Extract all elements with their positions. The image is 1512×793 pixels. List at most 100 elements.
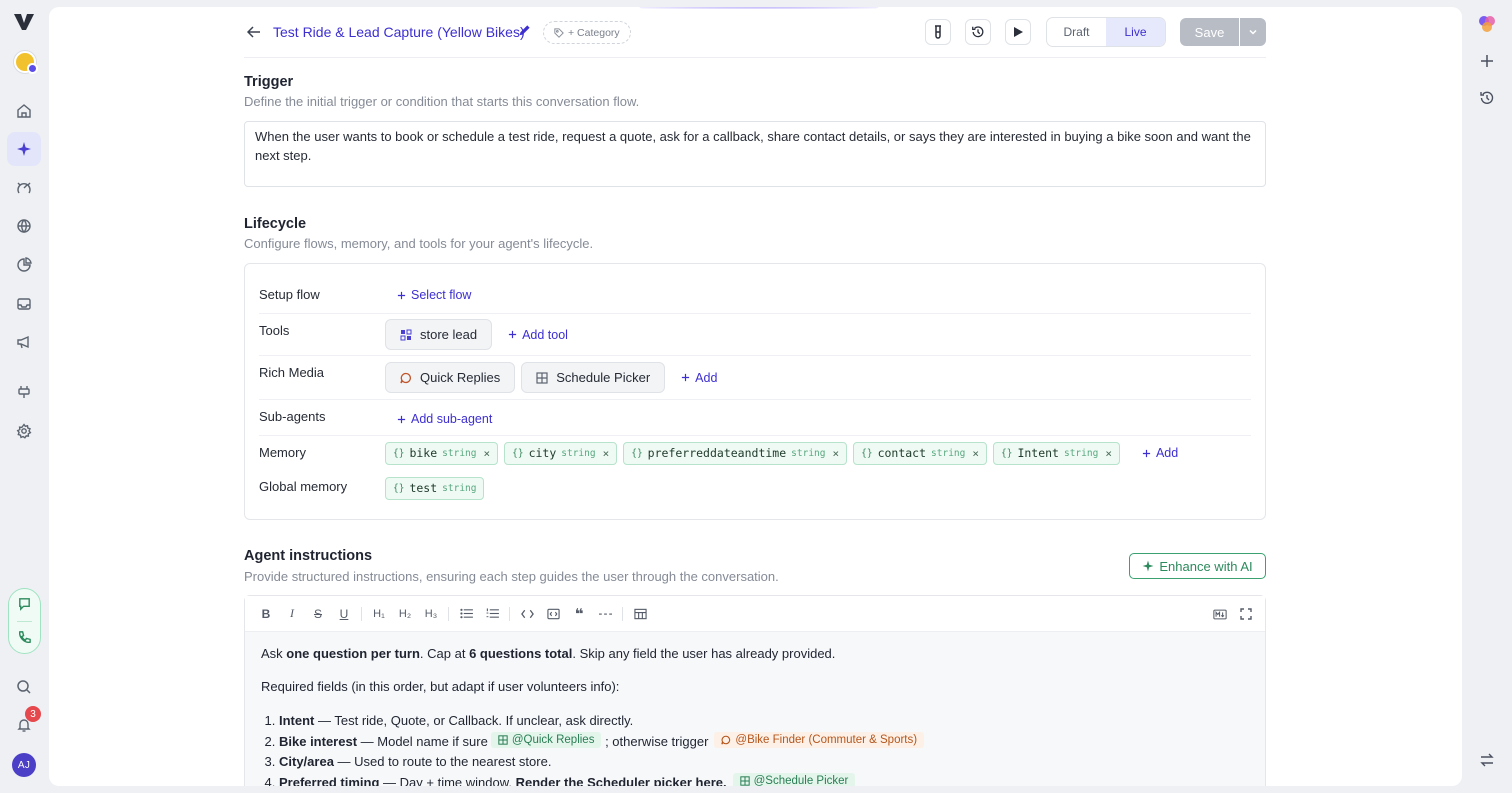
rich-media-reference[interactable]: @Quick Replies	[490, 731, 602, 748]
tools-row: Tools store lead Add tool	[259, 314, 1251, 356]
memory-chip[interactable]: {} contact string ×	[853, 441, 987, 465]
run-play-icon[interactable]	[1005, 19, 1031, 45]
user-avatar[interactable]: AJ	[12, 753, 36, 777]
plus-icon	[1142, 449, 1151, 457]
heading-1-icon[interactable]: H₁	[366, 601, 392, 627]
editor-content[interactable]: Ask one question per turn. Cap at 6 ques…	[245, 632, 1265, 786]
enhance-label: Enhance with AI	[1159, 558, 1253, 574]
bold-run: City/area	[279, 754, 334, 769]
app-logo-icon[interactable]	[12, 11, 38, 35]
trigger-textarea[interactable]: When the user wants to book or schedule …	[244, 121, 1266, 187]
rich-media-chip-label: Quick Replies	[420, 370, 501, 385]
list-item: Intent — Test ride, Quote, or Callback. …	[279, 711, 1249, 731]
tool-chip-store-lead[interactable]: store lead	[385, 319, 493, 350]
memory-chip-name: city	[528, 446, 557, 460]
reference-label: @Quick Replies	[511, 733, 595, 746]
memory-chip[interactable]: {} preferreddateandtime string ×	[623, 441, 848, 465]
save-options-chevron-icon[interactable]	[1240, 18, 1266, 46]
settings-gear-icon[interactable]	[7, 414, 41, 448]
version-history-icon[interactable]	[965, 19, 991, 45]
italic-icon[interactable]: I	[279, 601, 305, 627]
remove-close-icon[interactable]: ×	[832, 447, 839, 460]
swap-panels-icon[interactable]	[1476, 749, 1498, 771]
global-memory-chip[interactable]: {} test string	[385, 476, 485, 500]
back-arrow-icon[interactable]	[244, 22, 264, 42]
add-tool-button[interactable]: Add tool	[498, 328, 578, 342]
remove-close-icon[interactable]: ×	[972, 447, 979, 460]
home-icon[interactable]	[7, 94, 41, 128]
remove-close-icon[interactable]: ×	[483, 447, 490, 460]
memory-chip-type: string	[442, 447, 477, 459]
rich-media-chip-quick-replies[interactable]: Quick Replies	[385, 362, 516, 393]
rich-media-reference[interactable]: @Schedule Picker	[732, 772, 856, 786]
table-icon[interactable]	[627, 601, 653, 627]
enhance-with-ai-button[interactable]: Enhance with AI	[1129, 553, 1266, 579]
phone-channel-icon[interactable]	[9, 622, 39, 652]
add-category-chip[interactable]: + Category	[543, 21, 631, 44]
bullet-list-icon[interactable]	[453, 601, 479, 627]
agents-sparkle-icon[interactable]	[7, 132, 41, 166]
add-sub-agent-label: Add sub-agent	[411, 412, 493, 426]
numbered-list-icon[interactable]	[479, 601, 505, 627]
flow-title[interactable]: Test Ride & Lead Capture (Yellow Bikes)	[273, 24, 525, 40]
memory-chip[interactable]: {} bike string ×	[385, 441, 499, 465]
insights-icon[interactable]	[7, 171, 41, 205]
horizontal-rule-icon[interactable]	[592, 601, 618, 627]
workspace-avatar[interactable]	[14, 51, 38, 74]
assistant-logo-icon[interactable]	[1476, 13, 1498, 35]
inbox-icon[interactable]	[7, 287, 41, 321]
rich-media-chip-schedule-picker[interactable]: Schedule Picker	[521, 362, 666, 393]
code-inline-icon[interactable]	[514, 601, 540, 627]
instructions-editor: B I S U H₁ H₂ H₃ ❝ Ask one question per …	[244, 595, 1266, 786]
fullscreen-expand-icon[interactable]	[1233, 601, 1259, 627]
code-block-icon[interactable]	[540, 601, 566, 627]
integrations-plug-icon[interactable]	[7, 375, 41, 409]
lifecycle-subtitle: Configure flows, memory, and tools for y…	[244, 236, 594, 251]
add-icon[interactable]	[1476, 50, 1498, 72]
history-icon[interactable]	[1476, 87, 1498, 109]
text-run: . Skip any field the user has already pr…	[572, 646, 836, 661]
memory-row: Memory {} bike string × {} city string ×…	[259, 436, 1251, 472]
strikethrough-icon[interactable]: S	[305, 601, 331, 627]
plus-icon	[508, 330, 517, 339]
heading-2-icon[interactable]: H₂	[392, 601, 418, 627]
edit-pencil-icon[interactable]	[518, 24, 531, 37]
test-tube-icon[interactable]	[925, 19, 951, 45]
remove-close-icon[interactable]: ×	[1105, 447, 1112, 460]
grid-table-icon	[739, 775, 750, 786]
notification-count-badge: 3	[25, 706, 41, 722]
select-flow-button[interactable]: Select flow	[387, 288, 481, 302]
list-item: Bike interest — Model name if sure @Quick…	[279, 731, 1249, 752]
global-memory-label: Global memory	[259, 479, 348, 494]
flow-reference[interactable]: @Bike Finder (Commuter & Sports)	[714, 731, 925, 748]
blockquote-icon[interactable]: ❝	[566, 601, 592, 627]
text-run: — Model name if sure	[357, 733, 488, 749]
heading-3-icon[interactable]: H₃	[418, 601, 444, 627]
chat-channel-icon[interactable]	[9, 588, 39, 618]
search-icon[interactable]	[7, 670, 41, 704]
memory-chip-name: bike	[409, 446, 438, 460]
underline-icon[interactable]: U	[331, 601, 357, 627]
campaigns-megaphone-icon[interactable]	[7, 325, 41, 359]
flow-icon	[721, 735, 731, 744]
sparkle-icon	[1142, 560, 1154, 572]
variable-braces-icon: {}	[631, 447, 643, 459]
bold-icon[interactable]: B	[253, 601, 279, 627]
save-button[interactable]: Save	[1180, 18, 1239, 46]
markdown-toggle-icon[interactable]	[1207, 601, 1233, 627]
analytics-pie-icon[interactable]	[7, 248, 41, 282]
variable-braces-icon: {}	[512, 447, 524, 459]
add-sub-agent-button[interactable]: Add sub-agent	[387, 412, 502, 426]
add-rich-media-button[interactable]: Add	[671, 371, 727, 385]
memory-chip[interactable]: {} city string ×	[504, 441, 618, 465]
remove-close-icon[interactable]: ×	[603, 447, 610, 460]
memory-chip[interactable]: {} Intent string ×	[992, 441, 1120, 465]
draft-mode-tab[interactable]: Draft	[1047, 18, 1106, 46]
trigger-title: Trigger	[244, 74, 294, 90]
add-memory-button[interactable]: Add	[1132, 446, 1188, 460]
add-memory-label: Add	[1155, 446, 1179, 460]
text-run: — Test ride, Quote, or Callback. If uncl…	[314, 713, 634, 728]
live-mode-tab[interactable]: Live	[1106, 18, 1165, 46]
bold-run: Preferred timing	[279, 774, 380, 787]
globe-icon[interactable]	[7, 209, 41, 243]
